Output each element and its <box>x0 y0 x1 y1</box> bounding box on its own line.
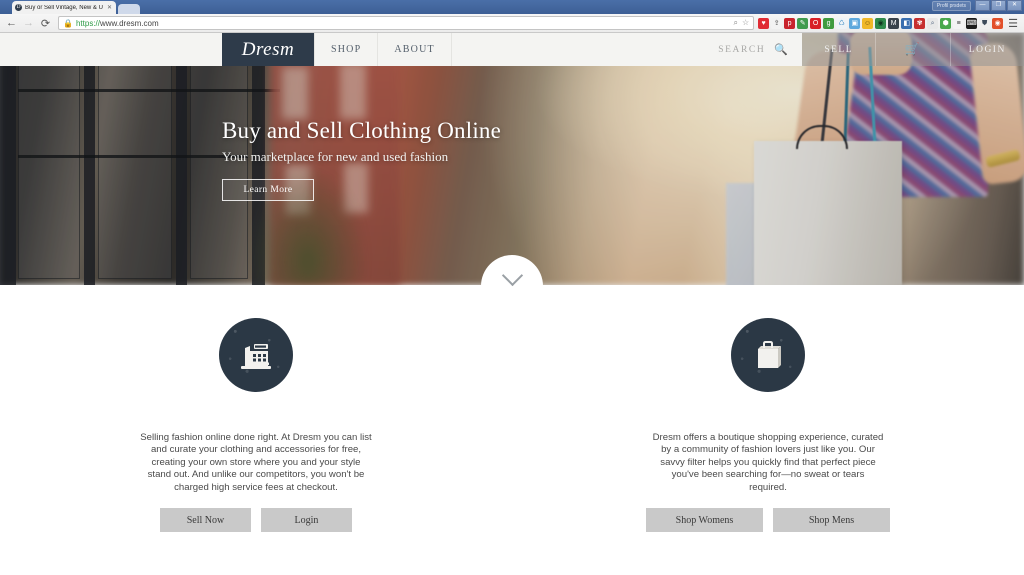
login-button[interactable]: Login <box>261 508 352 533</box>
chevron-down-icon <box>501 264 523 287</box>
minimize-button[interactable]: — <box>975 0 990 11</box>
bookmark-star-icon[interactable]: ☆ <box>742 18 749 28</box>
layers-extension-icon[interactable]: ≡ <box>953 17 965 29</box>
account-navigation: SELL 🛒 LOGIN <box>802 33 1024 66</box>
back-icon[interactable]: ← <box>3 15 20 32</box>
window-controls: Profil prsdets — ❐ ✕ <box>931 0 1022 11</box>
pinterest-extension-icon[interactable]: p <box>784 17 796 29</box>
forward-icon[interactable]: → <box>20 15 37 32</box>
close-window-button[interactable]: ✕ <box>1007 0 1022 11</box>
tab-title: Buy or Sell Vintage, New & U <box>25 4 103 11</box>
search-area[interactable]: SEARCH 🔍 <box>718 43 802 56</box>
heart-extension-icon[interactable]: ♥ <box>758 17 770 29</box>
green-badge-extension-icon[interactable]: g <box>823 17 835 29</box>
browser-window: D Buy or Sell Vintage, New & U ✕ Profil … <box>0 0 1024 575</box>
shop-mens-button[interactable]: Shop Mens <box>773 508 890 533</box>
extension-strip: ♥ ⇪ p ✎ Og ♺ ▣ ☺ ◉ M ◧ ✾ ⌕ ⬢ ≡ ⌨ ⛊ ◉ <box>758 17 1005 29</box>
lock-icon: 🔒 <box>63 18 73 28</box>
address-bar[interactable]: 🔒 https:// www.dresm.com ⌕ ☆ <box>58 16 755 30</box>
nav-item-about[interactable]: ABOUT <box>378 33 452 66</box>
url-host: www.dresm.com <box>99 18 159 28</box>
cash-register-icon <box>219 318 293 392</box>
browser-tab[interactable]: D Buy or Sell Vintage, New & U ✕ <box>12 1 116 14</box>
keyboard-extension-icon[interactable]: ⌨ <box>966 17 978 29</box>
photo-extension-icon[interactable]: ▣ <box>849 17 861 29</box>
browser-menu-icon[interactable]: ☰ <box>1005 17 1021 30</box>
site-logo-text: Dresm <box>241 38 295 60</box>
shield-green-extension-icon[interactable]: ⬢ <box>940 17 952 29</box>
profile-chip[interactable]: Profil prsdets <box>931 0 971 11</box>
flame-extension-icon[interactable]: ◉ <box>992 17 1004 29</box>
feature-buttons-sell: Sell Now Login <box>160 508 352 533</box>
feature-column-sell: Selling fashion online done right. At Dr… <box>0 285 512 575</box>
upload-extension-icon[interactable]: ⇪ <box>771 17 783 29</box>
feature-buttons-shop: Shop Womens Shop Mens <box>646 508 890 533</box>
reload-icon[interactable]: ⟳ <box>37 15 54 32</box>
learn-more-button[interactable]: Learn More <box>222 179 314 201</box>
maximize-button[interactable]: ❐ <box>991 0 1006 11</box>
magnifier-extension-icon[interactable]: ⌕ <box>927 17 939 29</box>
browser-titlebar: D Buy or Sell Vintage, New & U ✕ Profil … <box>0 0 1024 14</box>
nav-item-login[interactable]: LOGIN <box>951 33 1024 66</box>
hero-headline: Buy and Sell Clothing Online <box>222 118 502 143</box>
search-icon[interactable]: 🔍 <box>774 43 788 56</box>
cart-icon[interactable]: 🛒 <box>876 33 951 66</box>
url-scheme: https:// <box>75 18 100 28</box>
feature-text-sell: Selling fashion online done right. At Dr… <box>140 432 372 493</box>
blocks-extension-icon[interactable]: ◧ <box>901 17 913 29</box>
nav-item-sell[interactable]: SELL <box>802 33 877 66</box>
recycle-extension-icon[interactable]: ♺ <box>836 17 848 29</box>
zoom-icon[interactable]: ⌕ <box>733 18 737 28</box>
web-page: Buy and Sell Clothing Online Your market… <box>0 33 1024 575</box>
shield-extension-icon[interactable]: ⛊ <box>979 17 991 29</box>
shopping-bag-icon <box>731 318 805 392</box>
search-input[interactable]: SEARCH <box>718 45 765 55</box>
opera-extension-icon[interactable]: O <box>810 17 822 29</box>
globe-extension-icon[interactable]: ◉ <box>875 17 887 29</box>
feature-column-shop: Dresm offers a boutique shopping experie… <box>512 285 1024 575</box>
smiley-extension-icon[interactable]: ☺ <box>862 17 874 29</box>
crab-extension-icon[interactable]: ✾ <box>914 17 926 29</box>
new-tab-button[interactable] <box>118 4 140 14</box>
scroll-down-button[interactable] <box>481 255 543 317</box>
eyedropper-extension-icon[interactable]: ✎ <box>797 17 809 29</box>
tab-favicon: D <box>15 4 22 11</box>
hero-copy: Buy and Sell Clothing Online Your market… <box>222 118 501 201</box>
browser-toolbar: ← → ⟳ 🔒 https:// www.dresm.com ⌕ ☆ ♥ ⇪ p ✎ O… <box>0 14 1024 33</box>
hero-subheadline: Your marketplace for new and used fashio… <box>222 149 449 164</box>
hero-banner: Buy and Sell Clothing Online Your market… <box>0 33 1024 285</box>
tab-close-icon[interactable]: ✕ <box>107 4 112 11</box>
feature-text-shop: Dresm offers a boutique shopping experie… <box>652 432 884 493</box>
feature-columns: Selling fashion online done right. At Dr… <box>0 285 1024 575</box>
hero-photo <box>0 33 1024 285</box>
shop-womens-button[interactable]: Shop Womens <box>646 508 763 533</box>
mail-extension-icon[interactable]: M <box>888 17 900 29</box>
nav-item-shop[interactable]: SHOP <box>314 33 379 66</box>
site-logo[interactable]: Dresm <box>222 33 314 66</box>
sell-now-button[interactable]: Sell Now <box>160 508 251 533</box>
site-navigation: Dresm SHOP ABOUT SEARCH 🔍 SELL 🛒 LOGIN <box>0 33 1024 66</box>
